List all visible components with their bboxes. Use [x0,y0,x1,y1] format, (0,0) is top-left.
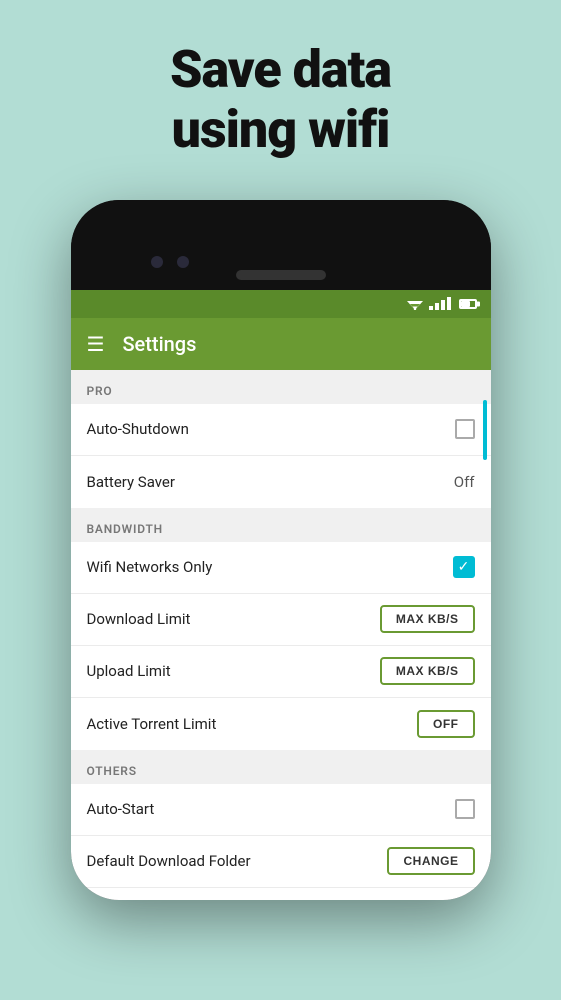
auto-shutdown-checkbox[interactable] [455,419,475,439]
others-group: Auto-Start Default Download Folder CHANG… [71,784,491,900]
battery-fill [461,301,471,307]
battery-icon [459,299,477,309]
section-header-others: OTHERS [71,750,491,784]
incoming-port-row: Incoming Port 0 [71,888,491,900]
battery-saver-row[interactable]: Battery Saver Off [71,456,491,508]
phone-top-bezel [71,200,491,290]
settings-screen: PRO Auto-Shutdown Battery Saver Off BAND… [71,370,491,900]
section-header-bandwidth: BANDWIDTH [71,508,491,542]
status-bar [71,290,491,318]
headline: Save data using wifi [170,40,391,160]
headline-line1: Save data [170,39,391,100]
wifi-only-label: Wifi Networks Only [87,558,213,576]
upload-limit-button[interactable]: MAX KB/S [380,657,475,685]
battery-saver-label: Battery Saver [87,473,175,491]
auto-start-checkbox[interactable] [455,799,475,819]
section-header-pro: PRO [71,370,491,404]
bandwidth-group: Wifi Networks Only ✓ Download Limit MAX … [71,542,491,750]
phone-speaker [236,270,326,280]
upload-limit-row: Upload Limit MAX KB/S [71,646,491,698]
download-folder-row: Default Download Folder CHANGE [71,836,491,888]
toolbar-title: Settings [122,332,196,356]
auto-shutdown-row: Auto-Shutdown [71,404,491,456]
wifi-only-checkbox[interactable]: ✓ [453,556,475,578]
torrent-limit-label: Active Torrent Limit [87,715,217,733]
phone-screen: ☰ Settings PRO Auto-Shutdown Battery Sav… [71,290,491,900]
auto-start-label: Auto-Start [87,800,155,818]
camera-area [151,256,189,268]
camera-dot-2 [177,256,189,268]
camera-dot-1 [151,256,163,268]
auto-shutdown-label: Auto-Shutdown [87,420,189,438]
change-folder-button[interactable]: CHANGE [387,847,474,875]
download-folder-label: Default Download Folder [87,852,251,870]
scroll-indicator [483,400,487,460]
app-toolbar: ☰ Settings [71,318,491,370]
download-limit-row: Download Limit MAX KB/S [71,594,491,646]
download-limit-label: Download Limit [87,610,191,628]
auto-start-row: Auto-Start [71,784,491,836]
hamburger-icon[interactable]: ☰ [87,334,105,354]
signal-icon [429,297,451,310]
upload-limit-label: Upload Limit [87,662,171,680]
download-limit-button[interactable]: MAX KB/S [380,605,475,633]
torrent-limit-row: Active Torrent Limit OFF [71,698,491,750]
torrent-limit-button[interactable]: OFF [417,710,475,738]
battery-saver-value: Off [454,473,475,491]
status-icons [407,297,477,310]
wifi-only-row: Wifi Networks Only ✓ [71,542,491,594]
wifi-status-icon [407,297,423,310]
headline-line2: using wifi [172,99,390,160]
pro-group: Auto-Shutdown Battery Saver Off [71,404,491,508]
phone-mockup: ☰ Settings PRO Auto-Shutdown Battery Sav… [71,200,491,920]
